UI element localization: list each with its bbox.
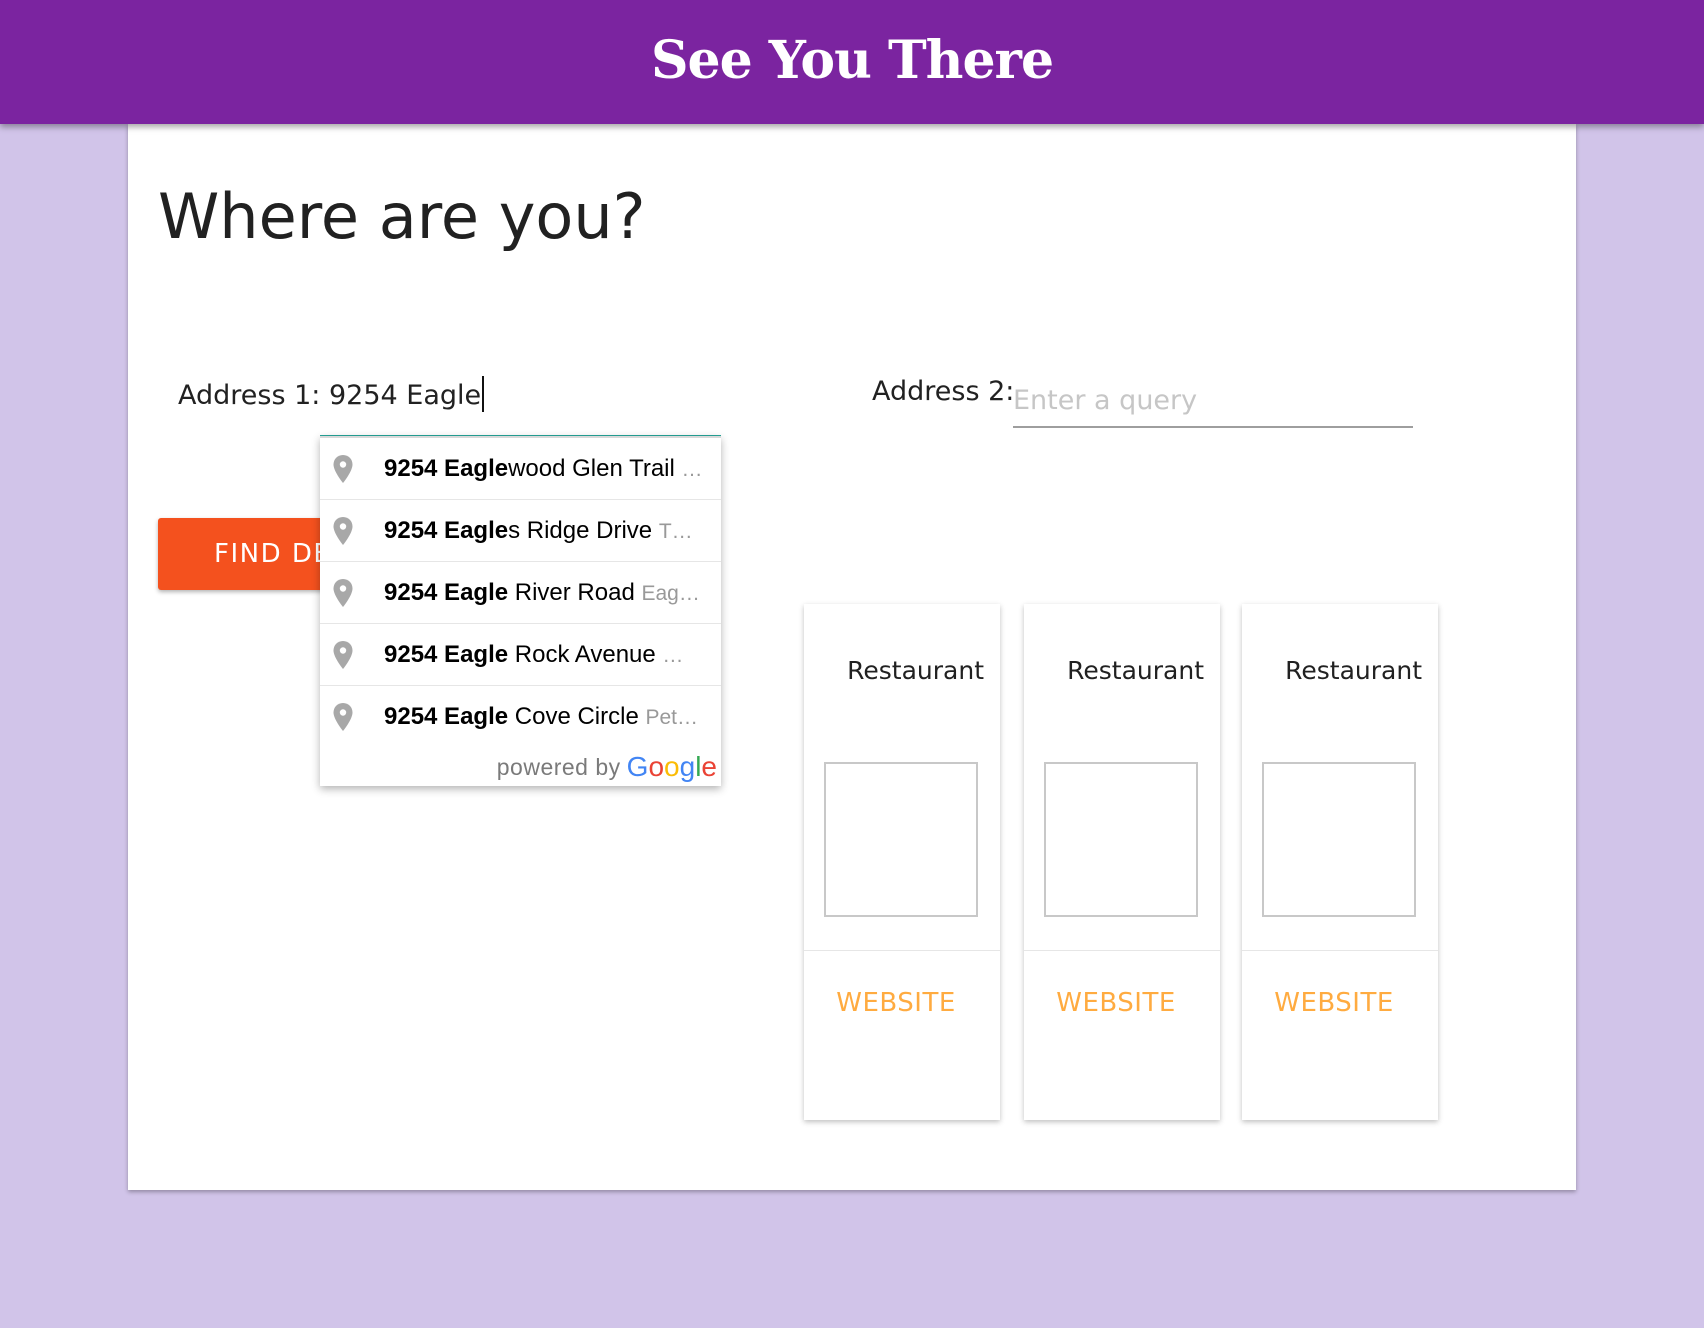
website-link[interactable]: WEBSITE [1024, 988, 1220, 1018]
powered-by-google: powered by Google [320, 748, 721, 786]
google-logo-letter: o [664, 751, 680, 782]
autocomplete-rest: wood Glen Trail [508, 454, 675, 482]
app-title: See You There [650, 29, 1054, 91]
map-pin-icon [333, 454, 353, 483]
address-1-input[interactable]: 9254 Eagle [329, 380, 481, 411]
autocomplete-item[interactable]: 9254 Eagle Cove Circle Pet… [320, 686, 721, 748]
autocomplete-item[interactable]: 9254 Eagle Rock Avenue … [320, 624, 721, 686]
restaurant-image [1044, 762, 1198, 917]
map-pin-icon [333, 516, 353, 545]
divider [1024, 950, 1220, 951]
autocomplete-rest: s Ridge Drive [508, 516, 653, 544]
app-bar: See You There [0, 0, 1704, 124]
map-pin-icon [333, 578, 353, 607]
map-pin-icon [333, 703, 353, 731]
page-title: Where are you? [158, 180, 646, 253]
google-logo-letter: G [626, 751, 649, 782]
address-2-label: Address 2: [872, 376, 1015, 407]
google-logo-letter: e [701, 751, 717, 782]
autocomplete-secondary: Pet… [645, 706, 698, 729]
restaurant-card: Restaurant WEBSITE [804, 604, 1000, 1120]
google-logo-letter: g [679, 751, 696, 782]
autocomplete-rest: Cove Circle [508, 703, 639, 730]
restaurant-name: Restaurant [847, 656, 984, 685]
map-pin-icon [333, 640, 353, 669]
powered-by-text: powered by [496, 753, 621, 780]
autocomplete-item[interactable]: 9254 Eagles Ridge Drive T… [320, 500, 721, 562]
autocomplete-match: 9254 Eagle [384, 640, 509, 668]
autocomplete-item[interactable]: 9254 Eaglewood Glen Trail … [320, 438, 721, 500]
restaurant-card: Restaurant WEBSITE [1024, 604, 1220, 1120]
autocomplete-secondary: … [662, 643, 684, 667]
autocomplete-rest: River Road [508, 578, 635, 606]
restaurant-image [824, 762, 978, 917]
address-1-field[interactable]: Address 1: 9254 Eagle [178, 376, 485, 412]
divider [804, 950, 1000, 951]
autocomplete-secondary: … [681, 457, 703, 481]
text-caret [482, 376, 485, 412]
restaurant-card: Restaurant WEBSITE [1242, 604, 1438, 1120]
divider [1242, 950, 1438, 951]
website-link[interactable]: WEBSITE [804, 988, 1000, 1018]
address-2-input[interactable] [1013, 374, 1413, 428]
restaurant-image [1262, 762, 1416, 917]
autocomplete-match: 9254 Eagle [384, 454, 509, 482]
autocomplete-match: 9254 Eagle [384, 578, 509, 606]
address-1-label: Address 1: [178, 380, 321, 411]
autocomplete-match: 9254 Eagle [384, 703, 509, 730]
google-logo-letter: o [648, 751, 665, 782]
autocomplete-item[interactable]: 9254 Eagle River Road Eag… [320, 562, 721, 624]
restaurant-name: Restaurant [1285, 656, 1422, 685]
autocomplete-dropdown: 9254 Eaglewood Glen Trail … 9254 Eagles … [320, 436, 721, 786]
autocomplete-rest: Rock Avenue [508, 640, 656, 668]
google-logo: Google [627, 751, 717, 783]
autocomplete-secondary: Eag… [641, 581, 700, 605]
autocomplete-secondary: T… [658, 519, 693, 543]
website-link[interactable]: WEBSITE [1242, 988, 1438, 1018]
autocomplete-match: 9254 Eagle [384, 516, 509, 544]
restaurant-name: Restaurant [1067, 656, 1204, 685]
